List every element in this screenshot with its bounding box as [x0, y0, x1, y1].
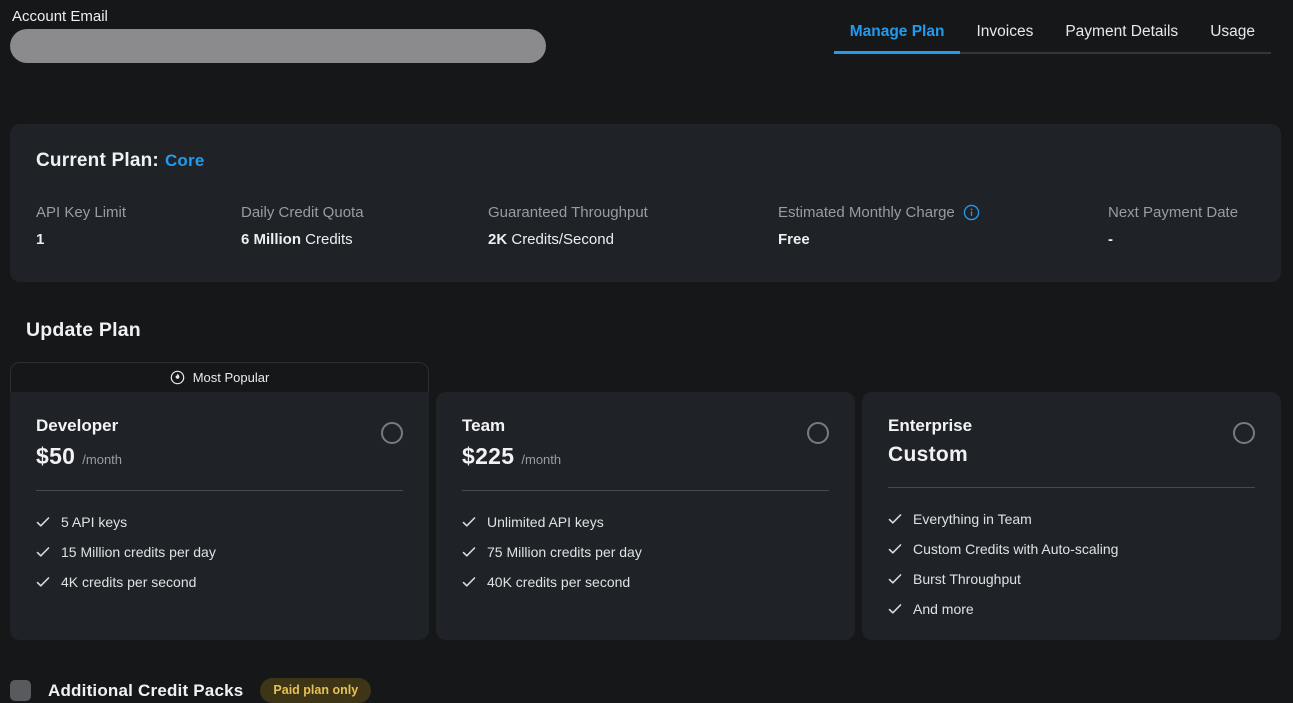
info-icon[interactable]	[963, 204, 980, 221]
plan-title-block: Enterprise Custom	[888, 416, 975, 467]
feature-item: Burst Throughput	[888, 571, 1255, 587]
stat-value: -	[1108, 231, 1255, 248]
update-plan-heading: Update Plan	[26, 319, 1293, 342]
feature-item: Custom Credits with Auto-scaling	[888, 541, 1255, 557]
most-popular-label: Most Popular	[193, 370, 270, 385]
stat-api-key-limit: API Key Limit 1	[36, 204, 241, 248]
plan-period: /month	[521, 452, 561, 467]
plan-price: Custom	[888, 443, 968, 467]
plan-card-team: Team $225 /month Unlimited API keys 75 M…	[436, 362, 855, 640]
feature-item: 4K credits per second	[36, 574, 403, 590]
plan-title-block: Developer $50 /month	[36, 416, 122, 470]
account-email-block: Account Email	[10, 8, 546, 63]
band-spacer	[862, 362, 1281, 392]
divider	[36, 490, 403, 491]
stat-label: Guaranteed Throughput	[488, 204, 778, 221]
plan-price: $225	[462, 443, 514, 470]
divider	[462, 490, 829, 491]
feature-list: Unlimited API keys 75 Million credits pe…	[462, 514, 829, 590]
check-icon	[36, 575, 50, 589]
plan-price-row: Custom	[888, 443, 975, 467]
feature-item: 5 API keys	[36, 514, 403, 530]
plan-card-enterprise: Enterprise Custom Everything in Team Cus…	[862, 362, 1281, 640]
top-bar: Account Email Manage Plan Invoices Payme…	[0, 0, 1293, 63]
stat-daily-credit-quota: Daily Credit Quota 6 Million Credits	[241, 204, 488, 248]
feature-item: 15 Million credits per day	[36, 544, 403, 560]
plan-name: Enterprise	[888, 416, 975, 436]
current-plan-name: Core	[165, 151, 205, 170]
feature-list: Everything in Team Custom Credits with A…	[888, 511, 1255, 617]
plan-head: Developer $50 /month	[36, 416, 403, 470]
flame-icon	[170, 370, 185, 385]
plan-options: Most Popular Developer $50 /month 5 API …	[10, 362, 1281, 640]
tab-usage[interactable]: Usage	[1194, 23, 1271, 54]
check-icon	[888, 602, 902, 616]
plan-body-team[interactable]: Team $225 /month Unlimited API keys 75 M…	[436, 392, 855, 640]
paid-plan-only-badge: Paid plan only	[260, 678, 371, 703]
check-icon	[36, 545, 50, 559]
account-email-input[interactable]	[10, 29, 546, 63]
plan-card-developer: Most Popular Developer $50 /month 5 API …	[10, 362, 429, 640]
credit-packs-checkbox[interactable]	[10, 680, 31, 701]
stat-value: Free	[778, 231, 1108, 248]
tab-payment-details[interactable]: Payment Details	[1049, 23, 1194, 54]
band-spacer	[436, 362, 855, 392]
plan-body-enterprise[interactable]: Enterprise Custom Everything in Team Cus…	[862, 392, 1281, 640]
check-icon	[888, 512, 902, 526]
feature-item: And more	[888, 601, 1255, 617]
account-email-label: Account Email	[12, 8, 546, 25]
stat-label: Estimated Monthly Charge	[778, 204, 1108, 221]
current-plan-title-prefix: Current Plan:	[36, 150, 159, 171]
feature-item: Everything in Team	[888, 511, 1255, 527]
check-icon	[462, 515, 476, 529]
stat-label: Next Payment Date	[1108, 204, 1255, 221]
check-icon	[888, 572, 902, 586]
plan-head: Enterprise Custom	[888, 416, 1255, 467]
plan-radio-developer[interactable]	[381, 422, 403, 444]
divider	[888, 487, 1255, 488]
stat-guaranteed-throughput: Guaranteed Throughput 2K Credits/Second	[488, 204, 778, 248]
stat-label: Daily Credit Quota	[241, 204, 488, 221]
plan-price-row: $225 /month	[462, 443, 561, 470]
feature-item: 40K credits per second	[462, 574, 829, 590]
plan-price-row: $50 /month	[36, 443, 122, 470]
plan-price: $50	[36, 443, 75, 470]
check-icon	[888, 542, 902, 556]
stat-estimated-monthly-charge: Estimated Monthly Charge Free	[778, 204, 1108, 248]
plan-radio-team[interactable]	[807, 422, 829, 444]
current-plan-title: Current Plan: Core	[36, 150, 1255, 172]
plan-head: Team $225 /month	[462, 416, 829, 470]
plan-name: Team	[462, 416, 561, 436]
additional-credit-packs-row: Additional Credit Packs Paid plan only	[10, 678, 1293, 703]
stat-value: 1	[36, 231, 241, 248]
stat-value: 6 Million Credits	[241, 231, 488, 248]
credit-packs-label: Additional Credit Packs	[48, 681, 243, 701]
tab-bar: Manage Plan Invoices Payment Details Usa…	[834, 23, 1271, 54]
stat-value: 2K Credits/Second	[488, 231, 778, 248]
most-popular-band: Most Popular	[10, 362, 429, 392]
stat-next-payment-date: Next Payment Date -	[1108, 204, 1255, 248]
billing-page: Account Email Manage Plan Invoices Payme…	[0, 0, 1293, 703]
plan-title-block: Team $225 /month	[462, 416, 561, 470]
check-icon	[462, 575, 476, 589]
feature-list: 5 API keys 15 Million credits per day 4K…	[36, 514, 403, 590]
current-plan-card: Current Plan: Core API Key Limit 1 Daily …	[10, 124, 1281, 282]
plan-body-developer[interactable]: Developer $50 /month 5 API keys 15 Milli…	[10, 392, 429, 640]
stat-label: API Key Limit	[36, 204, 241, 221]
check-icon	[36, 515, 50, 529]
plan-period: /month	[82, 452, 122, 467]
tab-invoices[interactable]: Invoices	[960, 23, 1049, 54]
plan-radio-enterprise[interactable]	[1233, 422, 1255, 444]
plan-stats-row: API Key Limit 1 Daily Credit Quota 6 Mil…	[36, 204, 1255, 248]
feature-item: Unlimited API keys	[462, 514, 829, 530]
tab-manage-plan[interactable]: Manage Plan	[834, 23, 961, 54]
plan-name: Developer	[36, 416, 122, 436]
feature-item: 75 Million credits per day	[462, 544, 829, 560]
check-icon	[462, 545, 476, 559]
